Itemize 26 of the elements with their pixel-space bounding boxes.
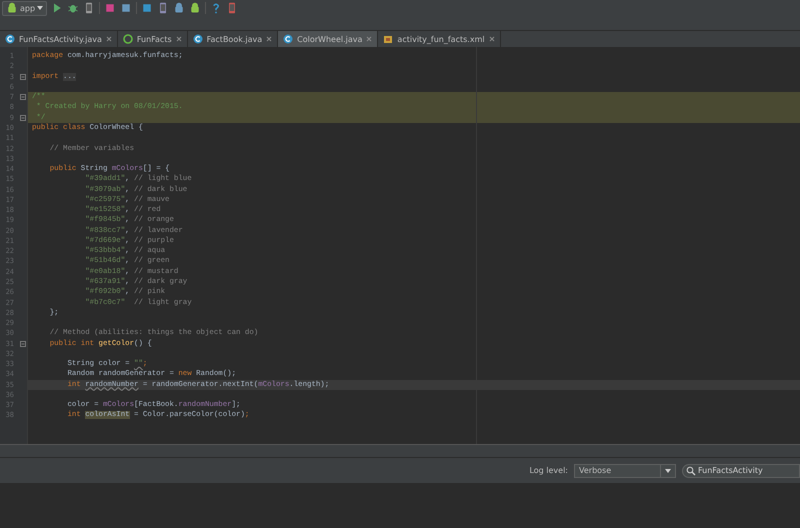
filter-search-field[interactable]: FunFactsActivity — [682, 464, 800, 478]
class-icon — [192, 34, 203, 44]
class-icon — [283, 34, 294, 44]
fold-icon[interactable] — [20, 114, 26, 121]
bug-icon[interactable] — [67, 2, 80, 14]
editor-tab[interactable]: ColorWheel.java — [278, 31, 378, 47]
search-icon — [686, 466, 696, 476]
close-icon[interactable] — [106, 36, 112, 42]
close-icon[interactable] — [266, 36, 272, 42]
layout-file-icon — [383, 34, 394, 44]
android-icon — [6, 2, 18, 14]
android-icon[interactable] — [189, 2, 202, 14]
run-configuration-dropdown[interactable]: app — [2, 0, 48, 16]
fold-icon[interactable] — [20, 74, 26, 80]
fold-icon[interactable] — [20, 94, 26, 100]
close-icon[interactable] — [488, 36, 495, 42]
close-icon[interactable] — [366, 36, 372, 42]
android-icon[interactable] — [173, 2, 186, 14]
fold-icon[interactable] — [20, 340, 26, 347]
close-icon[interactable] — [176, 36, 182, 42]
module-icon — [122, 34, 133, 44]
caret-icon — [37, 5, 44, 11]
log-level-label: Log level: — [529, 466, 568, 475]
log-level-dropdown[interactable]: Verbose — [574, 464, 676, 478]
run-icon[interactable] — [51, 2, 64, 14]
class-icon — [5, 34, 15, 44]
